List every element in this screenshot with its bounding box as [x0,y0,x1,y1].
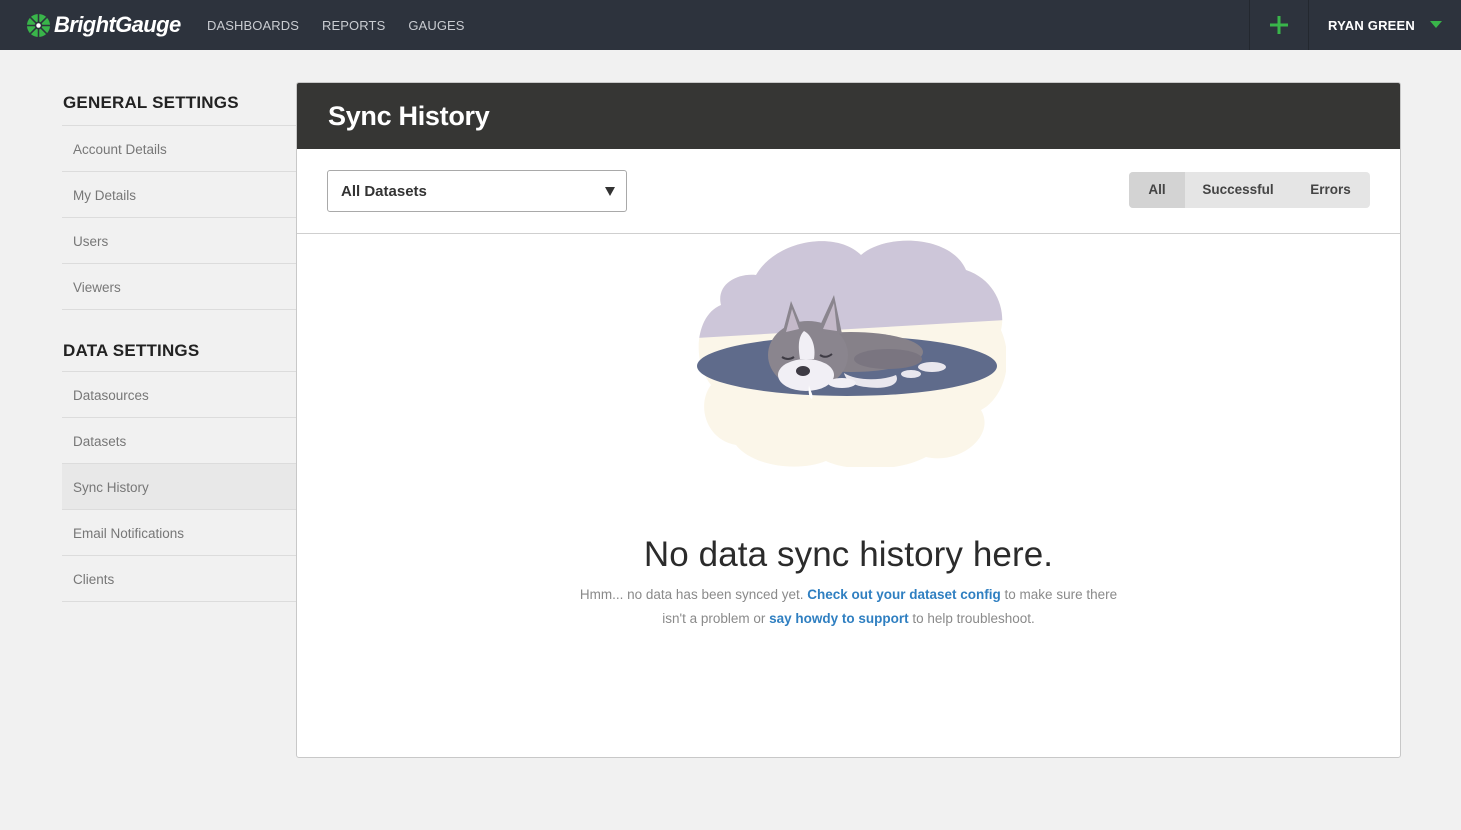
sidebar-item-my-details[interactable]: My Details [62,172,296,218]
brightgauge-logo[interactable]: BrightGauge [26,10,181,40]
support-link[interactable]: say howdy to support [769,611,909,626]
user-name: RYAN GREEN [1328,17,1416,33]
sidebar-item-clients[interactable]: Clients [62,556,296,602]
main-nav: DASHBOARDS REPORTS GAUGES [207,0,488,50]
sidebar-item-viewers[interactable]: Viewers [62,264,296,310]
filter-toolbar: All Datasets All Successful Errors [297,149,1400,234]
nav-dashboards[interactable]: DASHBOARDS [207,18,299,33]
sidebar-item-account-details[interactable]: Account Details [62,126,296,172]
add-button[interactable] [1249,0,1309,50]
empty-text-before: Hmm... no data has been synced yet. [579,587,808,602]
sidebar-item-datasources[interactable]: Datasources [62,372,296,418]
sync-history-panel: Sync History All Datasets All Successful… [296,82,1401,758]
plus-icon [1270,16,1288,34]
page-title: Sync History [328,100,490,131]
settings-sidebar: GENERAL SETTINGS Account Details My Deta… [62,82,296,602]
sidebar-item-datasets[interactable]: Datasets [62,418,296,464]
empty-state-title: No data sync history here. [643,535,1054,574]
data-settings-heading: DATA SETTINGS [62,326,296,372]
nav-gauges[interactable]: GAUGES [408,18,464,33]
user-menu[interactable]: RYAN GREEN [1328,0,1442,50]
sidebar-item-users[interactable]: Users [62,218,296,264]
logo-gauge-icon [26,13,51,37]
general-settings-heading: GENERAL SETTINGS [62,82,296,126]
sidebar-item-sync-history[interactable]: Sync History [62,464,296,510]
caret-down-icon [1430,21,1442,28]
nav-reports[interactable]: REPORTS [322,18,385,33]
logo-wordmark: BrightGauge [54,12,181,37]
sleeping-dog-illustration [697,240,1006,467]
dataset-config-link[interactable]: Check out your dataset config [807,587,1001,602]
filter-errors-button[interactable]: Errors [1291,172,1370,208]
empty-state-description: Hmm... no data has been synced yet. Chec… [567,583,1130,631]
status-filter-group: All Successful Errors [1129,172,1370,208]
sidebar-item-email-notifications[interactable]: Email Notifications [62,510,296,556]
empty-text-after: to help troubleshoot. [908,611,1035,626]
top-navbar: BrightGauge DASHBOARDS REPORTS GAUGES RY… [0,0,1461,50]
filter-all-button[interactable]: All [1129,172,1185,208]
filter-successful-button[interactable]: Successful [1185,172,1291,208]
panel-header: Sync History [297,83,1400,149]
dataset-select[interactable]: All Datasets [327,170,627,212]
dropdown-arrow-icon [605,187,615,196]
dataset-select-value: All Datasets [341,183,427,200]
